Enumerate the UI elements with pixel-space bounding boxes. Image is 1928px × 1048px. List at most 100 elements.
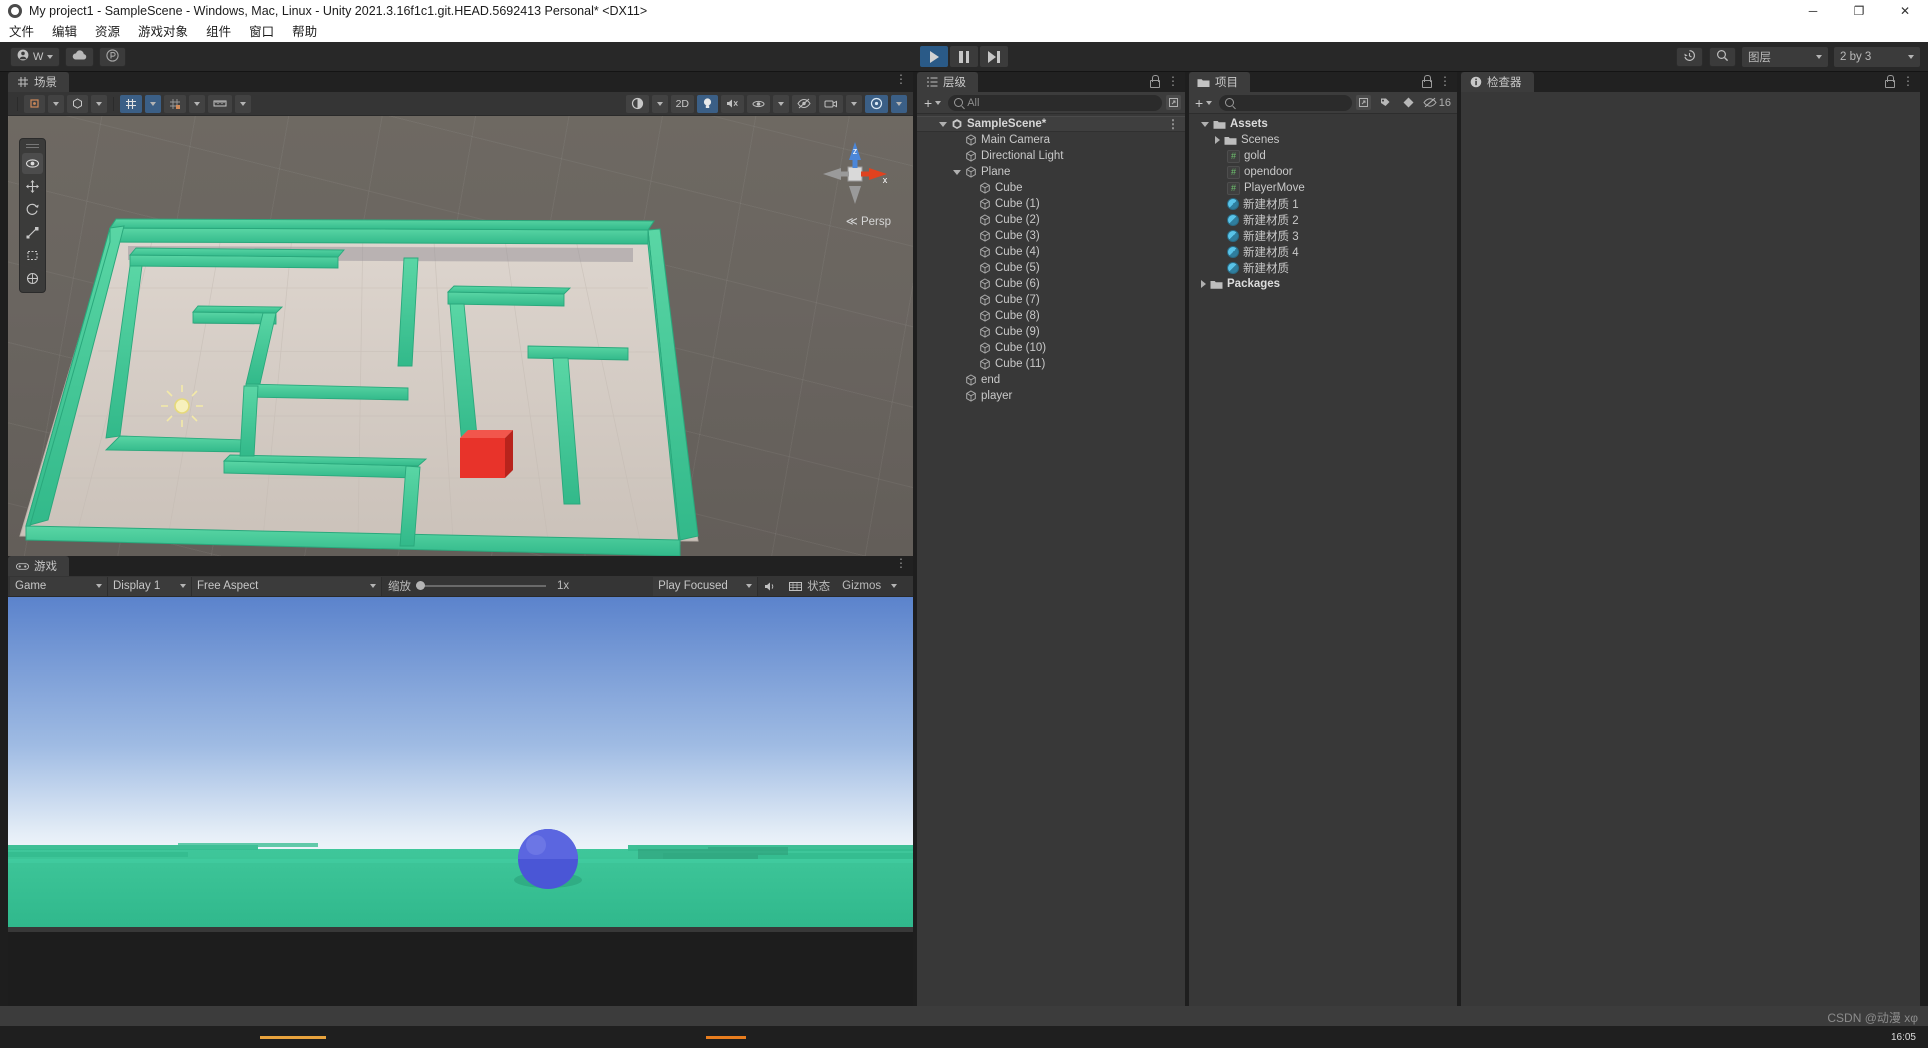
collab-button[interactable]	[99, 46, 127, 67]
expand-arrow-icon[interactable]	[1215, 136, 1220, 144]
collapse-arrow-icon[interactable]	[1201, 121, 1209, 127]
account-button[interactable]: W	[10, 46, 61, 67]
pause-button[interactable]	[950, 46, 978, 67]
play-button[interactable]	[920, 46, 948, 67]
project-item-assets[interactable]: Assets	[1189, 116, 1457, 132]
project-item-opendoor[interactable]: # opendoor	[1189, 164, 1457, 180]
mute-audio-button[interactable]	[758, 577, 783, 596]
hierarchy-search-field[interactable]: All	[948, 94, 1162, 111]
hierarchy-item-cube-3[interactable]: Cube (3)	[917, 228, 1185, 244]
scene-viewport[interactable]: z x ≪ Persp	[8, 116, 913, 584]
ruler-dropdown[interactable]	[235, 94, 251, 113]
scene-context-menu-icon[interactable]: ⋮	[1167, 118, 1179, 130]
layers-dropdown[interactable]: 图层	[1742, 46, 1828, 67]
game-menu-icon[interactable]: ⋮	[895, 557, 907, 569]
draw-mode-button[interactable]	[625, 94, 649, 113]
create-asset-button[interactable]: +	[1192, 95, 1215, 111]
tab-project[interactable]: 项目	[1189, 72, 1250, 92]
rotate-tool-button[interactable]	[22, 199, 43, 220]
scene-fx-button[interactable]	[747, 94, 770, 113]
orientation-gizmo[interactable]: z x	[819, 138, 891, 210]
project-tree[interactable]: Assets Scenes # gold # opendoor # PlayerMove 新建材…	[1189, 114, 1457, 292]
hierarchy-item-cube-4[interactable]: Cube (4)	[917, 244, 1185, 260]
draw-mode-dropdown[interactable]	[651, 94, 668, 113]
project-item-gold[interactable]: # gold	[1189, 148, 1457, 164]
collapse-arrow-icon[interactable]	[953, 169, 961, 175]
drag-handle[interactable]	[26, 144, 39, 148]
cloud-button[interactable]	[65, 46, 95, 67]
layout-dropdown[interactable]: 2 by 3	[1834, 46, 1920, 67]
project-item-新建材质-2[interactable]: 新建材质 2	[1189, 212, 1457, 228]
scene-rotation-button[interactable]	[67, 94, 88, 113]
hierarchy-item-player[interactable]: player	[917, 388, 1185, 404]
scene-camera-dropdown[interactable]	[846, 94, 862, 113]
hierarchy-search-expand-button[interactable]	[1166, 95, 1181, 110]
rect-tool-button[interactable]	[22, 245, 43, 266]
tab-inspector[interactable]: 检查器	[1461, 72, 1534, 92]
menu-file[interactable]: 文件	[0, 22, 43, 42]
hierarchy-item-plane[interactable]: Plane	[917, 164, 1185, 180]
scene-menu-icon[interactable]: ⋮	[895, 73, 907, 85]
scene-gizmos-button[interactable]	[865, 94, 888, 113]
scene-audio-button[interactable]	[721, 94, 744, 113]
hierarchy-item-cube-8[interactable]: Cube (8)	[917, 308, 1185, 324]
hierarchy-item-cube-11[interactable]: Cube (11)	[917, 356, 1185, 372]
step-button[interactable]	[980, 46, 1008, 67]
hierarchy-item-main-camera[interactable]: Main Camera	[917, 132, 1185, 148]
gizmos-dropdown[interactable]: Gizmos	[836, 577, 903, 596]
grid-snap-button[interactable]	[120, 94, 142, 113]
menu-edit[interactable]: 编辑	[43, 22, 86, 42]
menu-component[interactable]: 组件	[197, 22, 240, 42]
hierarchy-scene-root[interactable]: SampleScene* ⋮	[917, 116, 1185, 132]
taskbar-app-indicator-2[interactable]	[706, 1035, 746, 1039]
tab-game[interactable]: 游戏	[8, 556, 69, 576]
project-filter-type-button[interactable]	[1375, 96, 1395, 109]
scene-rotation-dropdown[interactable]	[91, 94, 107, 113]
inspector-menu-icon[interactable]: ⋮	[1902, 75, 1914, 87]
menu-window[interactable]: 窗口	[240, 22, 283, 42]
scale-slider[interactable]	[416, 581, 546, 590]
project-hidden-count[interactable]: 16	[1423, 97, 1454, 109]
search-button[interactable]	[1709, 46, 1736, 67]
project-item-新建材质-1[interactable]: 新建材质 1	[1189, 196, 1457, 212]
hierarchy-item-cube-9[interactable]: Cube (9)	[917, 324, 1185, 340]
stats-button[interactable]: 状态	[783, 577, 836, 596]
project-item-新建材质[interactable]: 新建材质	[1189, 260, 1457, 276]
hierarchy-item-cube-6[interactable]: Cube (6)	[917, 276, 1185, 292]
hierarchy-item-cube-7[interactable]: Cube (7)	[917, 292, 1185, 308]
undo-history-button[interactable]	[1676, 46, 1703, 67]
scale-tool-button[interactable]	[22, 222, 43, 243]
lock-icon[interactable]	[1149, 75, 1160, 88]
menu-help[interactable]: 帮助	[283, 22, 326, 42]
project-filter-label-button[interactable]	[1399, 96, 1419, 109]
hierarchy-item-cube-10[interactable]: Cube (10)	[917, 340, 1185, 356]
aspect-dropdown[interactable]: Free Aspect	[192, 576, 382, 596]
move-tool-button[interactable]	[22, 176, 43, 197]
game-viewport[interactable]	[8, 597, 913, 1032]
scene-gizmos-dropdown[interactable]	[891, 94, 907, 113]
scene-visibility-button[interactable]	[792, 94, 816, 113]
lock-icon[interactable]	[1421, 75, 1432, 88]
collapse-arrow-icon[interactable]	[939, 121, 947, 127]
hierarchy-menu-icon[interactable]: ⋮	[1167, 75, 1179, 87]
scale-slider-group[interactable]: 缩放 1x	[382, 577, 575, 596]
tab-hierarchy[interactable]: 层级	[917, 72, 978, 92]
hierarchy-item-cube-1[interactable]: Cube (1)	[917, 196, 1185, 212]
menu-gameobject[interactable]: 游戏对象	[129, 22, 197, 42]
hierarchy-item-cube-2[interactable]: Cube (2)	[917, 212, 1185, 228]
project-search-field[interactable]	[1219, 94, 1352, 111]
expand-arrow-icon[interactable]	[1201, 280, 1206, 288]
snap-increment-dropdown[interactable]	[189, 94, 205, 113]
project-item-packages[interactable]: Packages	[1189, 276, 1457, 292]
hierarchy-item-cube-5[interactable]: Cube (5)	[917, 260, 1185, 276]
maximize-button[interactable]: ❐	[1836, 0, 1882, 22]
taskbar-app-indicator-1[interactable]	[260, 1035, 326, 1039]
close-button[interactable]: ✕	[1882, 0, 1928, 22]
project-item-playermove[interactable]: # PlayerMove	[1189, 180, 1457, 196]
project-item-新建材质-4[interactable]: 新建材质 4	[1189, 244, 1457, 260]
project-menu-icon[interactable]: ⋮	[1439, 75, 1451, 87]
scene-pivot-button[interactable]	[24, 94, 45, 113]
tab-scene[interactable]: 场景	[8, 72, 69, 92]
minimize-button[interactable]: ─	[1790, 0, 1836, 22]
project-item-scenes[interactable]: Scenes	[1189, 132, 1457, 148]
